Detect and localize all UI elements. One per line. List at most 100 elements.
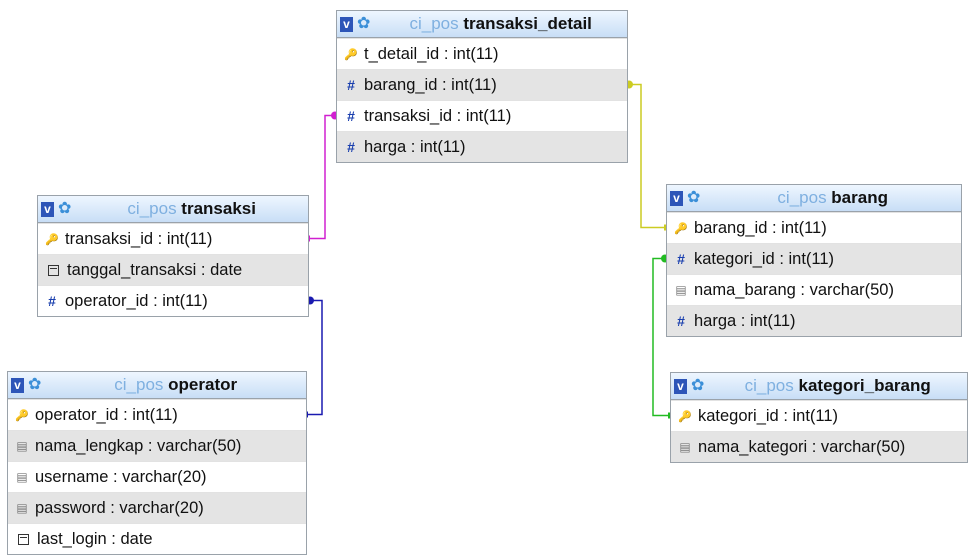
v-icon[interactable]: v — [670, 190, 683, 206]
field-row[interactable]: # transaksi_id : int(11) — [337, 100, 627, 131]
table-transaksi-detail[interactable]: v ✿ ci_pos transaksi_detail 🔑 t_detail_id… — [336, 10, 628, 163]
table-title: ci_pos operator — [114, 375, 238, 394]
field-type: varchar(20) — [122, 467, 207, 486]
field-type: int(11) — [792, 406, 839, 425]
field-type: int(11) — [749, 311, 796, 330]
field-row[interactable]: # kategori_id : int(11) — [667, 243, 961, 274]
key-icon: 🔑 — [344, 48, 358, 61]
table-transaksi[interactable]: v ✿ ci_pos transaksi 🔑 transaksi_id : int… — [37, 195, 309, 317]
field-type: varchar(20) — [119, 498, 204, 517]
key-icon: 🔑 — [678, 410, 692, 423]
field-name: operator_id — [65, 291, 149, 310]
field-name: t_detail_id — [364, 44, 440, 63]
field-type: varchar(50) — [809, 280, 894, 299]
field-row[interactable]: 🔑 kategori_id : int(11) — [671, 400, 967, 431]
field-name: tanggal_transaksi — [67, 260, 197, 279]
field-row[interactable]: 🔑 barang_id : int(11) — [667, 212, 961, 243]
v-icon[interactable]: v — [674, 378, 687, 394]
field-name: last_login — [37, 529, 107, 548]
key-icon: 🔑 — [15, 409, 29, 422]
gear-icon[interactable]: ✿ — [58, 201, 71, 217]
gear-icon[interactable]: ✿ — [687, 190, 700, 206]
field-name: operator_id — [35, 405, 119, 424]
gear-icon[interactable]: ✿ — [691, 378, 704, 394]
field-name: nama_barang — [694, 280, 796, 299]
field-row[interactable]: # operator_id : int(11) — [38, 285, 308, 316]
text-field-icon: ▤ — [16, 470, 28, 484]
field-row[interactable]: last_login : date — [8, 523, 306, 554]
relation-line-transaksi_detail-transaksi — [308, 114, 337, 240]
field-name: harga — [694, 311, 737, 330]
field-row[interactable]: 🔑 t_detail_id : int(11) — [337, 38, 627, 69]
field-type: date — [120, 529, 153, 548]
hash-icon: # — [48, 293, 56, 309]
field-name: kategori_id — [698, 406, 779, 425]
field-name: nama_lengkap — [35, 436, 144, 455]
table-operator[interactable]: v ✿ ci_pos operator 🔑 operator_id : int(1… — [7, 371, 307, 555]
field-name: transaksi_id — [364, 106, 453, 125]
v-icon[interactable]: v — [11, 377, 24, 393]
v-icon[interactable]: v — [340, 16, 353, 32]
table-kategori-barang[interactable]: v ✿ ci_pos kategori_barang 🔑 kategori_id … — [670, 372, 968, 463]
text-field-icon: ▤ — [679, 440, 691, 454]
field-row[interactable]: ▤ nama_lengkap : varchar(50) — [8, 430, 306, 461]
field-row[interactable]: 🔑 transaksi_id : int(11) — [38, 223, 308, 254]
table-title: ci_pos transaksi — [127, 199, 256, 218]
field-name: harga — [364, 137, 407, 156]
date-icon — [18, 533, 29, 545]
field-row[interactable]: ▤ nama_kategori : varchar(50) — [671, 431, 967, 462]
hash-icon: # — [347, 108, 355, 124]
table-header[interactable]: v ✿ ci_pos kategori_barang — [671, 373, 967, 400]
text-field-icon: ▤ — [16, 439, 28, 453]
field-name: kategori_id — [694, 249, 775, 268]
date-icon — [48, 264, 59, 276]
field-type: int(11) — [166, 229, 213, 248]
table-title: ci_pos kategori_barang — [744, 376, 931, 395]
field-name: barang_id — [364, 75, 438, 94]
field-name: nama_kategori — [698, 437, 808, 456]
text-field-icon: ▤ — [675, 283, 687, 297]
field-type: int(11) — [465, 106, 512, 125]
field-type: date — [210, 260, 243, 279]
field-name: username — [35, 467, 109, 486]
field-row[interactable]: ▤ username : varchar(20) — [8, 461, 306, 492]
field-row[interactable]: # harga : int(11) — [337, 131, 627, 162]
field-type: int(11) — [451, 75, 497, 94]
v-icon[interactable]: v — [41, 201, 54, 217]
gear-icon[interactable]: ✿ — [357, 16, 370, 32]
field-name: transaksi_id — [65, 229, 154, 248]
table-barang[interactable]: v ✿ ci_pos barang 🔑 barang_id : int(11) #… — [666, 184, 962, 337]
field-name: barang_id — [694, 218, 768, 237]
field-row[interactable]: 🔑 operator_id : int(11) — [8, 399, 306, 430]
hash-icon: # — [347, 139, 355, 155]
field-type: int(11) — [419, 137, 466, 156]
table-header[interactable]: v ✿ ci_pos transaksi — [38, 196, 308, 223]
table-header[interactable]: v ✿ ci_pos transaksi_detail — [337, 11, 627, 38]
field-row[interactable]: # barang_id : int(11) — [337, 69, 627, 100]
field-type: varchar(50) — [820, 437, 906, 456]
hash-icon: # — [677, 313, 685, 329]
field-type: int(11) — [162, 291, 208, 310]
field-name: password — [35, 498, 106, 517]
hash-icon: # — [677, 251, 685, 267]
text-field-icon: ▤ — [16, 501, 28, 515]
field-type: varchar(50) — [157, 436, 242, 455]
field-row[interactable]: # harga : int(11) — [667, 305, 961, 336]
field-type: int(11) — [453, 44, 499, 63]
key-icon: 🔑 — [674, 222, 688, 235]
table-title: ci_pos transaksi_detail — [409, 14, 592, 33]
gear-icon[interactable]: ✿ — [28, 377, 41, 393]
relation-line-transaksi_detail-barang — [627, 83, 667, 229]
field-row[interactable]: tanggal_transaksi : date — [38, 254, 308, 285]
relation-line-transaksi-operator — [306, 299, 323, 416]
hash-icon: # — [347, 77, 355, 93]
table-title: ci_pos barang — [777, 188, 888, 207]
field-row[interactable]: ▤ nama_barang : varchar(50) — [667, 274, 961, 305]
field-type: int(11) — [788, 249, 835, 268]
field-row[interactable]: ▤ password : varchar(20) — [8, 492, 306, 523]
key-icon: 🔑 — [45, 233, 59, 246]
table-header[interactable]: v ✿ ci_pos barang — [667, 185, 961, 212]
field-type: int(11) — [132, 405, 178, 424]
table-header[interactable]: v ✿ ci_pos operator — [8, 372, 306, 399]
field-type: int(11) — [781, 218, 827, 237]
